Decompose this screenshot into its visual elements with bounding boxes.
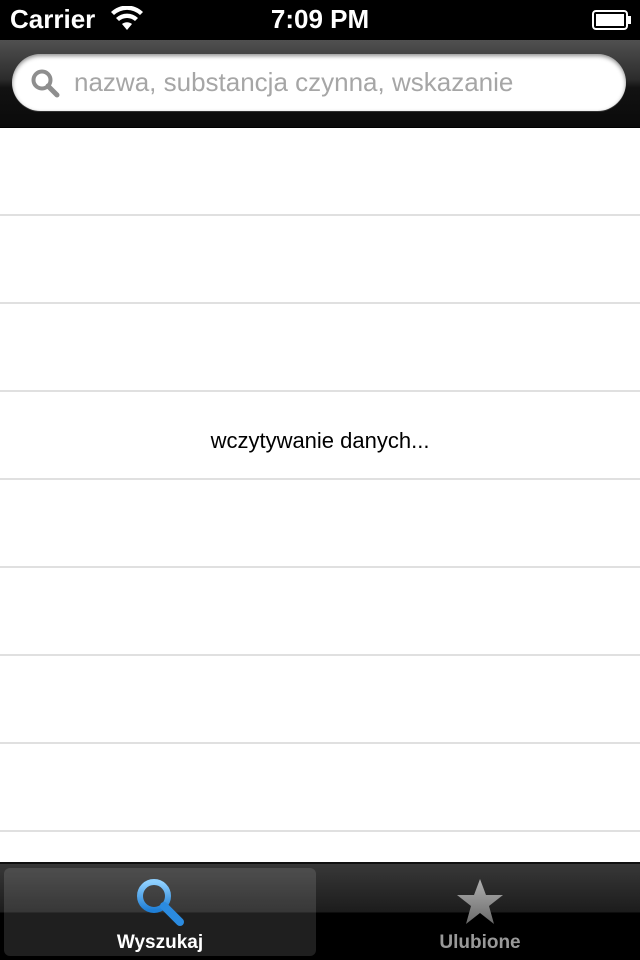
search-bar (0, 40, 640, 128)
search-input[interactable] (74, 62, 604, 102)
table-row (0, 744, 640, 832)
loading-message: wczytywanie danych... (210, 428, 430, 453)
table-row (0, 304, 640, 392)
table-row (0, 128, 640, 216)
search-field[interactable] (12, 54, 626, 111)
clock: 7:09 PM (270, 4, 370, 34)
results-table (0, 128, 640, 862)
table-row (0, 568, 640, 656)
table-row (0, 656, 640, 744)
battery-icon (592, 10, 631, 30)
star-icon (457, 879, 503, 924)
tab-label: Wyszukaj (116, 932, 204, 953)
tab-label: Ulubione (439, 932, 521, 953)
status-bar: Carrier 7:09 PM (0, 0, 640, 40)
tab-search[interactable]: Wyszukaj (4, 868, 316, 956)
tab-bar: Wyszukaj Ulubione (0, 862, 640, 960)
search-icon (137, 879, 184, 926)
table-row (0, 480, 640, 568)
search-icon (31, 69, 60, 98)
table-row (0, 216, 640, 304)
tab-favorites[interactable]: Ulubione (324, 868, 636, 956)
